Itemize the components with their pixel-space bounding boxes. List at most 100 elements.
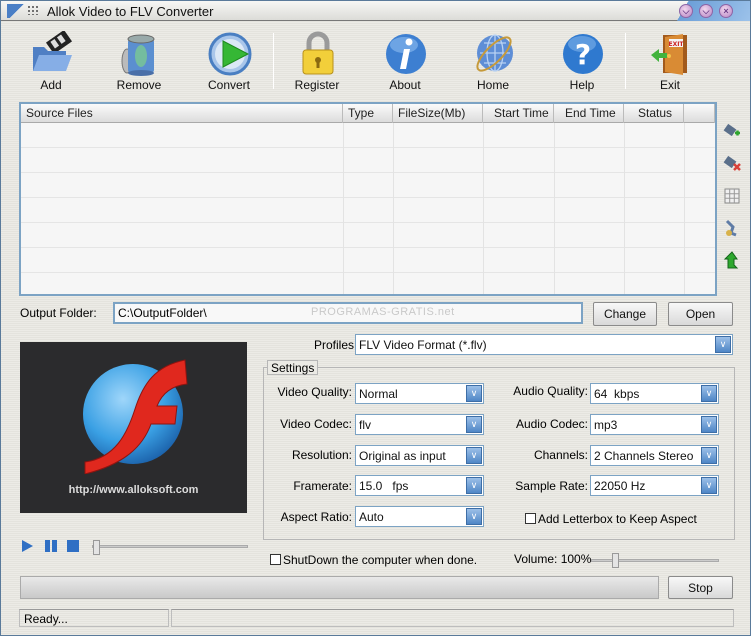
exit-label: Exit: [659, 78, 680, 92]
chevron-down-icon: ∨: [466, 508, 482, 525]
video-quality-select[interactable]: Normal ∨: [355, 383, 484, 404]
help-button[interactable]: ? Help: [547, 27, 617, 95]
maximize-button[interactable]: ⌵: [699, 4, 713, 18]
clip-icon[interactable]: [723, 219, 741, 237]
column-header-end-time[interactable]: End Time: [554, 104, 624, 123]
audio-codec-select[interactable]: mp3 ∨: [590, 414, 719, 435]
open-button[interactable]: Open: [668, 302, 733, 326]
about-label: About: [389, 78, 421, 92]
video-preview: http://www.alloksoft.com: [20, 342, 247, 513]
grid-icon[interactable]: [723, 187, 741, 205]
column-divider: [684, 123, 685, 294]
channels-label: Channels:: [533, 448, 588, 462]
chevron-down-icon: ∨: [466, 477, 482, 494]
volume-slider-thumb[interactable]: [611, 553, 619, 568]
aspect-ratio-label: Aspect Ratio:: [280, 510, 352, 524]
letterbox-label[interactable]: Add Letterbox to Keep Aspect: [538, 512, 697, 526]
column-divider: [554, 123, 555, 294]
resolution-label: Resolution:: [291, 448, 352, 462]
globe-icon: [476, 34, 513, 72]
about-button[interactable]: About: [370, 27, 440, 95]
channels-select[interactable]: 2 Channels Stereo ∨: [590, 445, 719, 466]
title-bar[interactable]: Allok Video to FLV Converter ⌵ ⌵ ×: [1, 1, 750, 21]
watermark-text: PROGRAMAS-GRATIS.net: [311, 306, 455, 318]
audio-quality-value: 64 kbps: [594, 387, 640, 401]
column-divider: [393, 123, 394, 294]
add-label: Add: [40, 78, 62, 92]
chevron-down-icon: ∨: [466, 416, 482, 433]
grip-dots-icon: [27, 5, 39, 15]
column-header-source-files[interactable]: Source Files: [21, 104, 343, 123]
remove-button[interactable]: Remove: [104, 27, 174, 95]
seek-slider-thumb[interactable]: [93, 540, 100, 555]
exit-button[interactable]: EXIT Exit: [635, 27, 705, 95]
column-header-start-time[interactable]: Start Time: [483, 104, 554, 123]
framerate-select[interactable]: 15.0 fps ∨: [355, 475, 484, 496]
convert-label: Convert: [207, 78, 251, 92]
aspect-ratio-value: Auto: [359, 510, 384, 524]
aspect-ratio-select[interactable]: Auto ∨: [355, 506, 484, 527]
settings-title: Settings: [267, 360, 319, 375]
status-detail: [171, 609, 734, 627]
volume-label: Volume: 100%: [514, 552, 592, 566]
sample-rate-label: Sample Rate:: [515, 479, 588, 493]
toolbar: Add Remove Convert Register About Home ?…: [11, 27, 731, 95]
stop-button[interactable]: Stop: [668, 576, 733, 599]
source-files-table[interactable]: Source Files Type FileSize(Mb) Start Tim…: [19, 102, 717, 296]
table-body[interactable]: [21, 123, 715, 294]
svg-text:EXIT: EXIT: [668, 41, 684, 48]
convert-button[interactable]: Convert: [194, 27, 264, 95]
stop-icon[interactable]: [66, 539, 80, 553]
chevron-down-icon: ∨: [466, 385, 482, 402]
sample-rate-select[interactable]: 22050 Hz ∨: [590, 475, 719, 496]
pause-icon[interactable]: [44, 539, 58, 553]
close-button[interactable]: ×: [719, 4, 733, 18]
video-quality-value: Normal: [359, 387, 398, 401]
padlock-icon: [302, 31, 334, 75]
column-divider: [343, 123, 344, 294]
video-codec-label: Video Codec:: [280, 417, 352, 431]
column-header-filler: [684, 104, 715, 123]
audio-quality-select[interactable]: 64 kbps ∨: [590, 383, 719, 404]
sample-rate-value: 22050 Hz: [594, 479, 646, 493]
move-arrow-icon[interactable]: [723, 251, 741, 269]
home-label: Home: [476, 78, 509, 92]
shutdown-label[interactable]: ShutDown the computer when done.: [283, 553, 477, 567]
column-divider: [483, 123, 484, 294]
toolbar-separator: [273, 33, 274, 89]
chevron-down-icon: ∨: [466, 447, 482, 464]
column-header-status[interactable]: Status: [624, 104, 684, 123]
column-header-filesize[interactable]: FileSize(Mb): [393, 104, 483, 123]
framerate-label: Framerate:: [293, 479, 352, 493]
minimize-button[interactable]: ⌵: [679, 4, 693, 18]
status-text: Ready...: [19, 609, 169, 627]
letterbox-checkbox[interactable]: [525, 513, 536, 524]
trash-can-icon: [121, 34, 155, 76]
play-icon[interactable]: [20, 539, 34, 553]
chevron-down-icon: ∨: [701, 447, 717, 464]
svg-text:?: ?: [575, 38, 591, 71]
video-codec-select[interactable]: flv ∨: [355, 414, 484, 435]
volume-slider[interactable]: [591, 553, 719, 568]
profiles-select[interactable]: FLV Video Format (*.flv) ∨: [355, 334, 733, 355]
seek-slider[interactable]: [92, 540, 248, 555]
shutdown-checkbox[interactable]: [270, 554, 281, 565]
profiles-value: FLV Video Format (*.flv): [359, 338, 487, 352]
audio-quality-label: Audio Quality:: [513, 384, 588, 398]
window-title: Allok Video to FLV Converter: [47, 4, 214, 19]
chevron-down-icon: ∨: [701, 477, 717, 494]
change-button[interactable]: Change: [593, 302, 657, 326]
output-folder-label: Output Folder:: [20, 306, 97, 320]
column-header-type[interactable]: Type: [343, 104, 393, 123]
conversion-progress-bar: [20, 576, 659, 599]
add-file-icon[interactable]: [723, 123, 741, 141]
register-button[interactable]: Register: [282, 27, 352, 95]
table-header: Source Files Type FileSize(Mb) Start Tim…: [21, 104, 715, 123]
resolution-select[interactable]: Original as input ∨: [355, 445, 484, 466]
add-button[interactable]: Add: [16, 27, 86, 95]
info-icon: [386, 34, 426, 74]
resolution-value: Original as input: [359, 449, 446, 463]
question-icon: ?: [563, 34, 603, 74]
remove-file-icon[interactable]: [723, 155, 741, 173]
home-button[interactable]: Home: [458, 27, 528, 95]
